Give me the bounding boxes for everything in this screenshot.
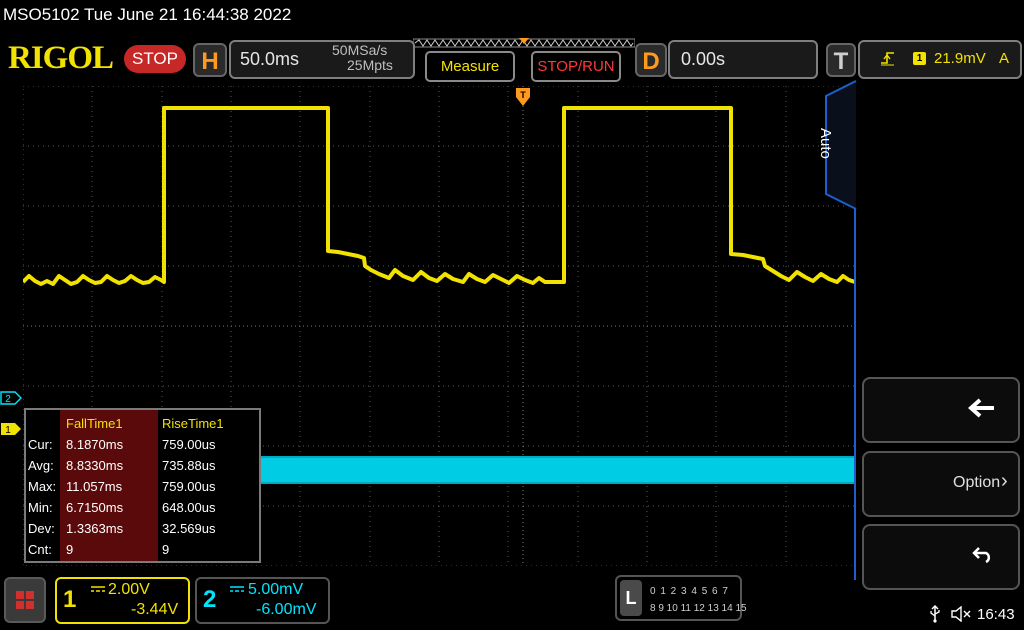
grid-menu-icon bbox=[16, 591, 34, 609]
option-label: Option bbox=[953, 474, 1001, 491]
main-menu-button[interactable] bbox=[4, 577, 46, 623]
sample-rate: 50MSa/s bbox=[332, 42, 388, 58]
dc-coupling-icon bbox=[230, 586, 244, 592]
measurement-cell: 8.1870ms bbox=[66, 437, 124, 452]
logic-analyzer-letter: L bbox=[620, 580, 642, 616]
delay-value: 0.00s bbox=[681, 49, 726, 69]
ch1-marker-label: 1 bbox=[5, 425, 11, 436]
measurement-cell: 32.569us bbox=[162, 521, 216, 536]
window-title: MSO5102 Tue June 21 16:44:38 2022 bbox=[3, 5, 292, 24]
measurement-cell: 8.8330ms bbox=[66, 458, 124, 473]
measurement-cell: 6.7150ms bbox=[66, 500, 124, 515]
ch2-marker-label: 2 bbox=[5, 394, 11, 405]
measurement-cell: 11.057ms bbox=[66, 479, 123, 494]
measurement-header-risetime: RiseTime1 bbox=[162, 416, 224, 431]
measurement-row-label: Dev: bbox=[28, 521, 55, 536]
measurement-cell: 1.3363ms bbox=[66, 521, 124, 536]
ch2-offset: -6.00mV bbox=[256, 601, 317, 618]
memory-depth: 25Mpts bbox=[347, 57, 393, 73]
return-button[interactable] bbox=[862, 524, 1020, 590]
measurement-header-falltime: FallTime1 bbox=[66, 416, 123, 431]
measurement-cell: 735.88us bbox=[162, 458, 216, 473]
stop-run-button[interactable]: STOP/RUN bbox=[531, 51, 621, 82]
measurement-row-label: Min: bbox=[28, 500, 53, 515]
ch1-number: 1 bbox=[63, 586, 77, 613]
measurement-row-label: Cnt: bbox=[28, 542, 52, 557]
measurement-cell: 9 bbox=[162, 542, 170, 557]
measure-button[interactable]: Measure bbox=[425, 51, 515, 82]
ch2-offset-marker-icon[interactable]: 2 bbox=[0, 391, 22, 405]
rigol-logo: RIGOL bbox=[8, 40, 114, 76]
measurement-row-label: Avg: bbox=[28, 458, 54, 473]
measurement-row-label: Max: bbox=[28, 479, 57, 494]
delay-menu-button[interactable]: D bbox=[635, 43, 667, 77]
measurement-cell: 759.00us bbox=[162, 437, 216, 452]
measurement-cell: 759.00us bbox=[162, 479, 216, 494]
logic-channels-row1: 0 1 2 3 4 5 6 7 bbox=[650, 586, 729, 597]
return-icon bbox=[972, 547, 991, 563]
trigger-source-badge: 1 bbox=[913, 52, 926, 65]
measurement-cell: 9 bbox=[66, 542, 74, 557]
usb-icon bbox=[930, 605, 940, 623]
status-clock: 16:43 bbox=[977, 606, 1015, 623]
trigger-mode: A bbox=[999, 50, 1010, 67]
auto-label: Auto bbox=[817, 128, 834, 159]
ch2-number: 2 bbox=[203, 586, 217, 613]
ch2-scale: 5.00mV bbox=[248, 581, 304, 598]
rising-edge-icon bbox=[881, 52, 894, 66]
horizontal-menu-button[interactable]: H bbox=[193, 43, 227, 77]
chevron-right-icon: › bbox=[1001, 470, 1008, 492]
measurement-row-label: Cur: bbox=[28, 437, 53, 452]
ch1-scale: 2.00V bbox=[108, 581, 150, 598]
measurement-cell: 648.00us bbox=[162, 500, 216, 515]
back-button[interactable] bbox=[862, 377, 1020, 443]
trigger-level: 21.9mV bbox=[934, 50, 986, 67]
dc-coupling-icon bbox=[91, 586, 105, 592]
side-panel-border bbox=[854, 208, 856, 580]
ch1-offset-marker-icon[interactable]: 1 bbox=[0, 422, 22, 436]
trigger-position-marker-icon[interactable]: T bbox=[515, 87, 531, 107]
trigger-menu-button[interactable]: T bbox=[826, 43, 856, 77]
back-arrow-icon bbox=[968, 398, 994, 418]
logic-channels-row2: 8 9 10 11 12 13 14 15 bbox=[650, 603, 747, 614]
speaker-muted-icon[interactable] bbox=[951, 606, 971, 622]
horizontal-scale: 50.0ms bbox=[240, 49, 300, 69]
ch1-offset: -3.44V bbox=[131, 601, 179, 618]
memory-timeline-icon bbox=[413, 38, 635, 48]
run-state-badge[interactable]: STOP bbox=[124, 45, 186, 73]
svg-text:T: T bbox=[520, 90, 526, 100]
ch2-trace bbox=[260, 458, 855, 482]
